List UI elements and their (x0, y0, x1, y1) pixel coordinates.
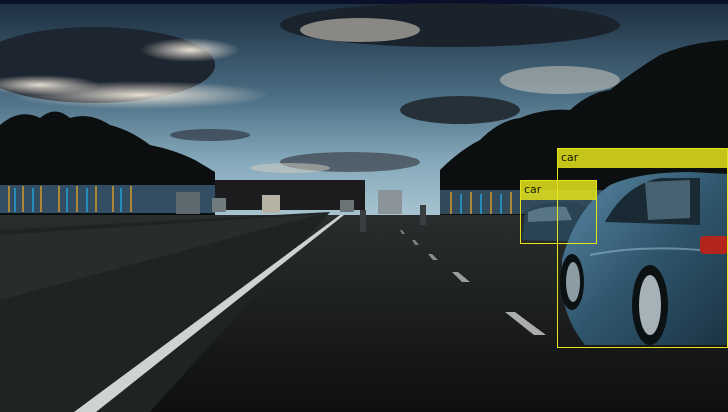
detection-box-car-small: car (520, 180, 597, 244)
detection-label: car (557, 148, 728, 168)
detection-box-car-large: car (557, 148, 728, 348)
camera-frame: car car (0, 0, 728, 412)
detection-label: car (520, 180, 597, 200)
